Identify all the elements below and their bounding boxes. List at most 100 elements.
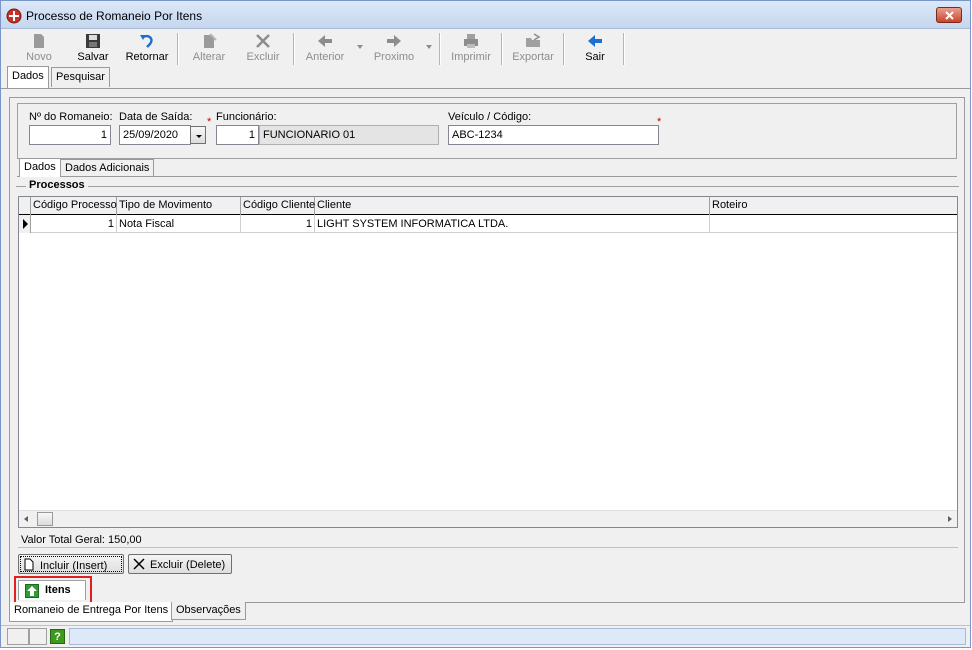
help-icon[interactable]: ?	[50, 629, 65, 644]
row-indicator	[19, 215, 31, 233]
incluir-label: Incluir (Insert)	[40, 560, 108, 572]
inner-tab-strip: Dados Dados Adicionais	[17, 158, 957, 177]
row-pointer-icon	[23, 219, 28, 229]
funcionario-label: Funcionário:	[216, 111, 277, 123]
excluir-toolbar-button[interactable]: Excluir	[243, 30, 283, 66]
main-window: Processo de Romaneio Por Itens Novo Salv…	[0, 0, 971, 648]
imprimir-button[interactable]: Imprimir	[449, 30, 493, 66]
status-bar: ?	[1, 625, 970, 647]
title-bar: Processo de Romaneio Por Itens	[1, 1, 970, 29]
retornar-button[interactable]: Retornar	[123, 30, 171, 66]
required-marker: *	[207, 116, 212, 128]
anterior-button[interactable]: Anterior	[303, 30, 347, 66]
toolbar-separator	[501, 33, 503, 65]
window-title: Processo de Romaneio Por Itens	[26, 9, 203, 23]
data-saida-label: Data de Saída:	[119, 111, 193, 123]
cell-codigo-processo[interactable]: 1	[31, 215, 117, 233]
tab-observacoes[interactable]: Observações	[171, 602, 246, 620]
sair-button[interactable]: Sair	[577, 30, 613, 66]
excluir-toolbar-label: Excluir	[246, 51, 280, 63]
exportar-label: Exportar	[512, 51, 554, 63]
processos-title: Processos	[26, 179, 88, 191]
required-marker: *	[657, 116, 662, 128]
anterior-dropdown-arrow[interactable]	[357, 45, 363, 49]
sair-label: Sair	[585, 51, 605, 63]
arrow-right-icon	[387, 35, 401, 47]
scroll-right-arrow[interactable]	[948, 516, 952, 522]
salvar-button[interactable]: Salvar	[73, 30, 113, 66]
dados-panel: Nº do Romaneio: 1 Data de Saída: 25/09/2…	[9, 97, 965, 604]
close-button[interactable]	[936, 7, 962, 23]
toolbar-separator	[293, 33, 295, 65]
scroll-left-arrow[interactable]	[24, 516, 28, 522]
tab-pesquisar[interactable]: Pesquisar	[51, 67, 110, 87]
cell-roteiro[interactable]	[710, 215, 957, 233]
romaneio-header-box: Nº do Romaneio: 1 Data de Saída: 25/09/2…	[17, 103, 957, 159]
date-picker-dropdown[interactable]	[190, 126, 206, 144]
cell-tipo-movimento[interactable]: Nota Fiscal	[117, 215, 241, 233]
toolbar: Novo Salvar Retornar Alterar Excluir Ant…	[1, 29, 970, 67]
incluir-button[interactable]: Incluir (Insert)	[18, 554, 124, 574]
col-codigo-cliente[interactable]: Código Cliente	[241, 197, 315, 215]
novo-label: Novo	[26, 51, 52, 63]
horizontal-scrollbar[interactable]	[19, 510, 957, 527]
tab-dados-adicionais[interactable]: Dados Adicionais	[60, 159, 155, 176]
printer-icon	[464, 34, 478, 48]
status-message-area	[69, 628, 966, 645]
new-document-icon	[34, 34, 44, 48]
cell-codigo-cliente[interactable]: 1	[241, 215, 315, 233]
excluir-label: Excluir (Delete)	[150, 559, 226, 571]
close-icon	[945, 11, 954, 20]
arrow-left-icon	[318, 35, 332, 47]
novo-button[interactable]: Novo	[21, 30, 57, 66]
status-cell	[7, 628, 29, 645]
proximo-dropdown-arrow[interactable]	[426, 45, 432, 49]
col-roteiro[interactable]: Roteiro	[710, 197, 957, 215]
tab-dados-inner[interactable]: Dados	[19, 158, 61, 177]
excluir-button[interactable]: Excluir (Delete)	[128, 554, 232, 574]
undo-arrow-icon	[140, 34, 153, 48]
scroll-thumb[interactable]	[37, 512, 53, 526]
imprimir-label: Imprimir	[451, 51, 491, 63]
alterar-label: Alterar	[192, 51, 226, 63]
col-tipo-movimento[interactable]: Tipo de Movimento	[117, 197, 241, 215]
romaneio-number-label: Nº do Romaneio:	[29, 111, 113, 123]
top-tab-strip: Dados Pesquisar	[1, 66, 970, 89]
export-folder-icon	[526, 33, 541, 47]
anterior-label: Anterior	[305, 51, 345, 63]
col-codigo-processo[interactable]: Código Processo	[31, 197, 117, 215]
veiculo-field[interactable]: ABC-1234	[448, 125, 659, 145]
itens-label: Itens	[45, 584, 71, 596]
new-page-icon	[24, 558, 34, 571]
status-cell	[29, 628, 47, 645]
edit-document-icon	[204, 33, 217, 48]
tab-romaneio-entrega[interactable]: Romaneio de Entrega Por Itens	[9, 602, 174, 622]
itens-highlight: Itens	[14, 576, 92, 604]
delete-x-icon	[256, 34, 270, 48]
valor-total-geral: Valor Total Geral: 150,00	[21, 534, 142, 546]
data-saida-field[interactable]: 25/09/2020	[119, 125, 191, 145]
save-disk-icon	[86, 34, 100, 48]
table-row[interactable]: 1 Nota Fiscal 1 LIGHT SYSTEM INFORMATICA…	[19, 215, 957, 233]
toolbar-separator	[177, 33, 179, 65]
exportar-button[interactable]: Exportar	[509, 30, 557, 66]
app-logo-icon	[6, 8, 22, 24]
retornar-label: Retornar	[125, 51, 169, 63]
tab-itens[interactable]: Itens	[18, 580, 86, 600]
grid-corner	[19, 197, 31, 215]
up-arrow-icon	[25, 584, 39, 598]
exit-arrow-icon	[588, 35, 602, 47]
veiculo-label: Veículo / Código:	[448, 111, 532, 123]
cell-cliente[interactable]: LIGHT SYSTEM INFORMATICA LTDA.	[315, 215, 710, 233]
tab-dados[interactable]: Dados	[7, 66, 49, 88]
processos-grid[interactable]: Código Processo Tipo de Movimento Código…	[18, 196, 958, 528]
col-cliente[interactable]: Cliente	[315, 197, 710, 215]
alterar-button[interactable]: Alterar	[189, 30, 229, 66]
proximo-button[interactable]: Proximo	[371, 30, 417, 66]
funcionario-name-field: FUNCIONARIO 01	[259, 125, 439, 145]
romaneio-number-field[interactable]: 1	[29, 125, 111, 145]
grid-header: Código Processo Tipo de Movimento Código…	[19, 197, 957, 215]
bottom-tab-strip: Romaneio de Entrega Por Itens Observaçõe…	[9, 602, 965, 622]
funcionario-code-field[interactable]: 1	[216, 125, 259, 145]
toolbar-separator	[439, 33, 441, 65]
